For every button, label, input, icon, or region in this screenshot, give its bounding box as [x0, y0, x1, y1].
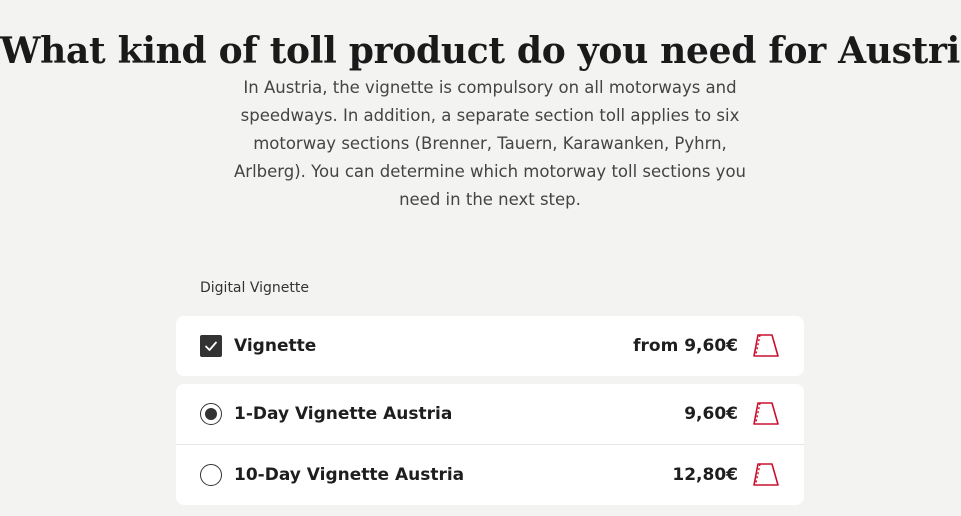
- vignette-icon: [753, 402, 779, 425]
- vignette-product-card: Vignette from 9,60€: [176, 316, 804, 376]
- option-price: 9,60€: [684, 404, 738, 424]
- radio-1-day-vignette[interactable]: [200, 403, 222, 425]
- option-label: 1-Day Vignette Austria: [234, 404, 453, 424]
- vignette-options-list: 1-Day Vignette Austria 9,60€ 10-Day Vign…: [176, 384, 804, 505]
- radio-selected-dot: [205, 408, 217, 420]
- page-title: What kind of toll product do you need fo…: [0, 30, 961, 73]
- vignette-product-label: Vignette: [234, 336, 317, 356]
- vignette-icon: [753, 463, 779, 486]
- check-icon: [205, 341, 217, 351]
- radio-10-day-vignette[interactable]: [200, 464, 222, 486]
- vignette-icon: [753, 334, 779, 357]
- option-price: 12,80€: [672, 465, 738, 485]
- vignette-checkbox[interactable]: [200, 335, 222, 357]
- vignette-product-price: from 9,60€: [633, 336, 738, 356]
- option-10-day-vignette[interactable]: 10-Day Vignette Austria 12,80€: [176, 444, 804, 505]
- option-label: 10-Day Vignette Austria: [234, 465, 465, 485]
- section-label: Digital Vignette: [200, 280, 309, 296]
- option-1-day-vignette[interactable]: 1-Day Vignette Austria 9,60€: [176, 384, 804, 444]
- intro-text: In Austria, the vignette is compulsory o…: [234, 78, 746, 209]
- vignette-product-row[interactable]: Vignette from 9,60€: [176, 316, 804, 376]
